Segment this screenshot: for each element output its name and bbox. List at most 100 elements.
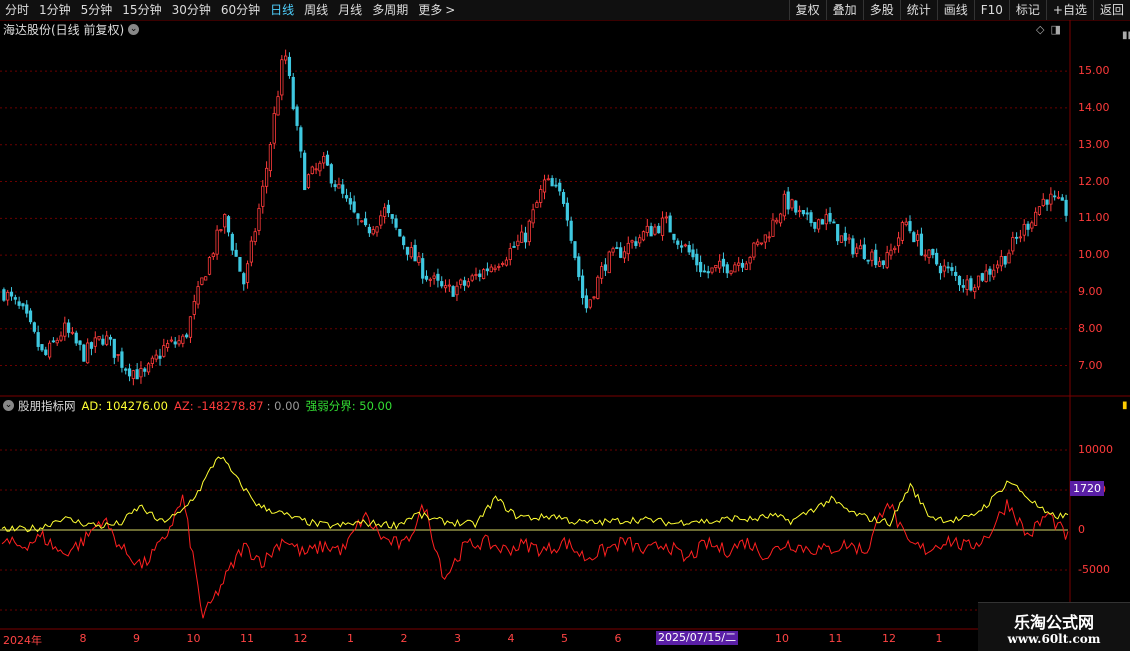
candle-body — [82, 344, 86, 362]
candle-body — [611, 248, 615, 253]
candle-body — [813, 221, 817, 229]
candle-body — [268, 144, 273, 172]
candle-body — [86, 342, 90, 364]
candle-body — [679, 245, 684, 248]
candle-body — [314, 168, 318, 171]
candle-body — [866, 259, 870, 262]
tool-button-6[interactable]: 标记 — [1008, 0, 1046, 20]
candle-body — [843, 232, 847, 241]
watermark-line2: www.60lt.com — [1007, 632, 1101, 646]
candle-body — [204, 276, 208, 281]
candle-body — [523, 232, 528, 243]
panel-toggle-icon[interactable]: ◨ — [1050, 23, 1060, 36]
candle-body — [649, 226, 653, 237]
candle-body — [874, 249, 878, 266]
candle-body — [325, 154, 330, 166]
window-icons: ◇ ◨ — [1036, 23, 1061, 36]
candle-body — [619, 247, 623, 258]
candle-body — [702, 270, 707, 273]
candle-body — [344, 195, 349, 199]
candle-body — [1003, 255, 1007, 265]
candle-body — [805, 212, 809, 215]
timeframe-9[interactable]: 多周期 — [367, 0, 413, 20]
ad-line — [1, 456, 1069, 533]
candle-body — [482, 269, 486, 279]
candle-body — [112, 338, 116, 358]
candle-body — [44, 349, 48, 355]
timeframe-0[interactable]: 分时 — [0, 0, 34, 20]
candle-body — [759, 242, 764, 245]
candle-body — [794, 200, 798, 213]
month-label: 11 — [828, 632, 843, 645]
candle-body — [379, 215, 383, 226]
candle-body — [539, 189, 543, 203]
candle-body — [162, 345, 166, 357]
candle-body — [885, 252, 889, 268]
candle-body — [527, 220, 531, 243]
candle-body — [919, 233, 924, 256]
indicator-title: ⌄ 股朋指标网 AD: 104276.00 AZ: -148278.87 : 0… — [3, 398, 392, 413]
candle-body — [2, 289, 6, 301]
diamond-icon[interactable]: ◇ — [1036, 23, 1044, 36]
candle-body — [47, 342, 52, 358]
timeframe-8[interactable]: 月线 — [333, 0, 367, 20]
candle-body — [839, 235, 844, 243]
candle-body — [881, 260, 885, 266]
candle-body — [999, 256, 1003, 267]
tool-button-5[interactable]: F10 — [973, 0, 1009, 20]
candle-body — [356, 213, 360, 219]
candle-body — [988, 268, 992, 275]
tool-button-4[interactable]: 画线 — [936, 0, 974, 20]
candle-body — [820, 219, 825, 225]
candle-body — [725, 264, 729, 274]
candle-body — [70, 331, 75, 334]
tool-button-1[interactable]: 叠加 — [825, 0, 863, 20]
candle-body — [413, 244, 417, 262]
month-label: 2024年 — [3, 634, 42, 647]
candle-body — [181, 335, 185, 344]
candle-body — [923, 254, 927, 257]
candle-body — [683, 244, 687, 247]
price-chart[interactable] — [0, 0, 1130, 650]
candle-body — [778, 213, 783, 224]
candle-body — [1064, 199, 1068, 216]
candle-body — [600, 266, 604, 279]
candle-body — [984, 270, 988, 282]
candle-body — [25, 304, 29, 314]
tool-button-0[interactable]: 复权 — [788, 0, 826, 20]
timeframe-2[interactable]: 5分钟 — [76, 0, 118, 20]
candle-body — [1041, 198, 1045, 206]
right-edge-panel: ▮▮▮▮▮▮▮▮▮▮ — [1122, 30, 1130, 41]
tool-button-8[interactable]: 返回 — [1092, 0, 1130, 20]
candle-body — [13, 297, 17, 300]
candle-body — [691, 249, 695, 258]
timeframe-3[interactable]: 15分钟 — [117, 0, 166, 20]
timeframe-7[interactable]: 周线 — [299, 0, 333, 20]
candle-body — [695, 253, 699, 266]
tool-button-7[interactable]: +自选 — [1045, 0, 1093, 20]
candle-body — [284, 55, 288, 61]
timeframe-5[interactable]: 60分钟 — [216, 0, 265, 20]
chevron-down-icon[interactable]: ⌄ — [128, 24, 140, 35]
candle-body — [740, 262, 745, 268]
timeframe-6[interactable]: 日线 — [265, 0, 299, 20]
tool-button-2[interactable]: 多股 — [862, 0, 900, 20]
timeframe-1[interactable]: 1分钟 — [34, 0, 76, 20]
timeframe-10[interactable]: 更多 > — [413, 0, 460, 20]
candle-body — [211, 253, 215, 257]
timeframe-bar: 分时 1分钟 5分钟 15分钟 30分钟 60分钟 日线 周线 月线 多周期 更多 > — [0, 0, 460, 20]
candle-body — [390, 214, 394, 219]
candle-body — [257, 208, 261, 231]
month-label: 5 — [561, 632, 568, 645]
candle-body — [192, 301, 196, 315]
month-label: 3 — [454, 632, 461, 645]
tool-button-3[interactable]: 统计 — [899, 0, 937, 20]
chevron-down-icon[interactable]: ⌄ — [3, 400, 14, 411]
candle-body — [67, 322, 71, 333]
candle-body — [466, 281, 470, 287]
candle-body — [558, 182, 562, 192]
current-value-badge: 1720 — [1070, 481, 1104, 496]
candle-body — [177, 340, 181, 345]
timeframe-4[interactable]: 30分钟 — [167, 0, 216, 20]
month-label: 12 — [293, 632, 308, 645]
